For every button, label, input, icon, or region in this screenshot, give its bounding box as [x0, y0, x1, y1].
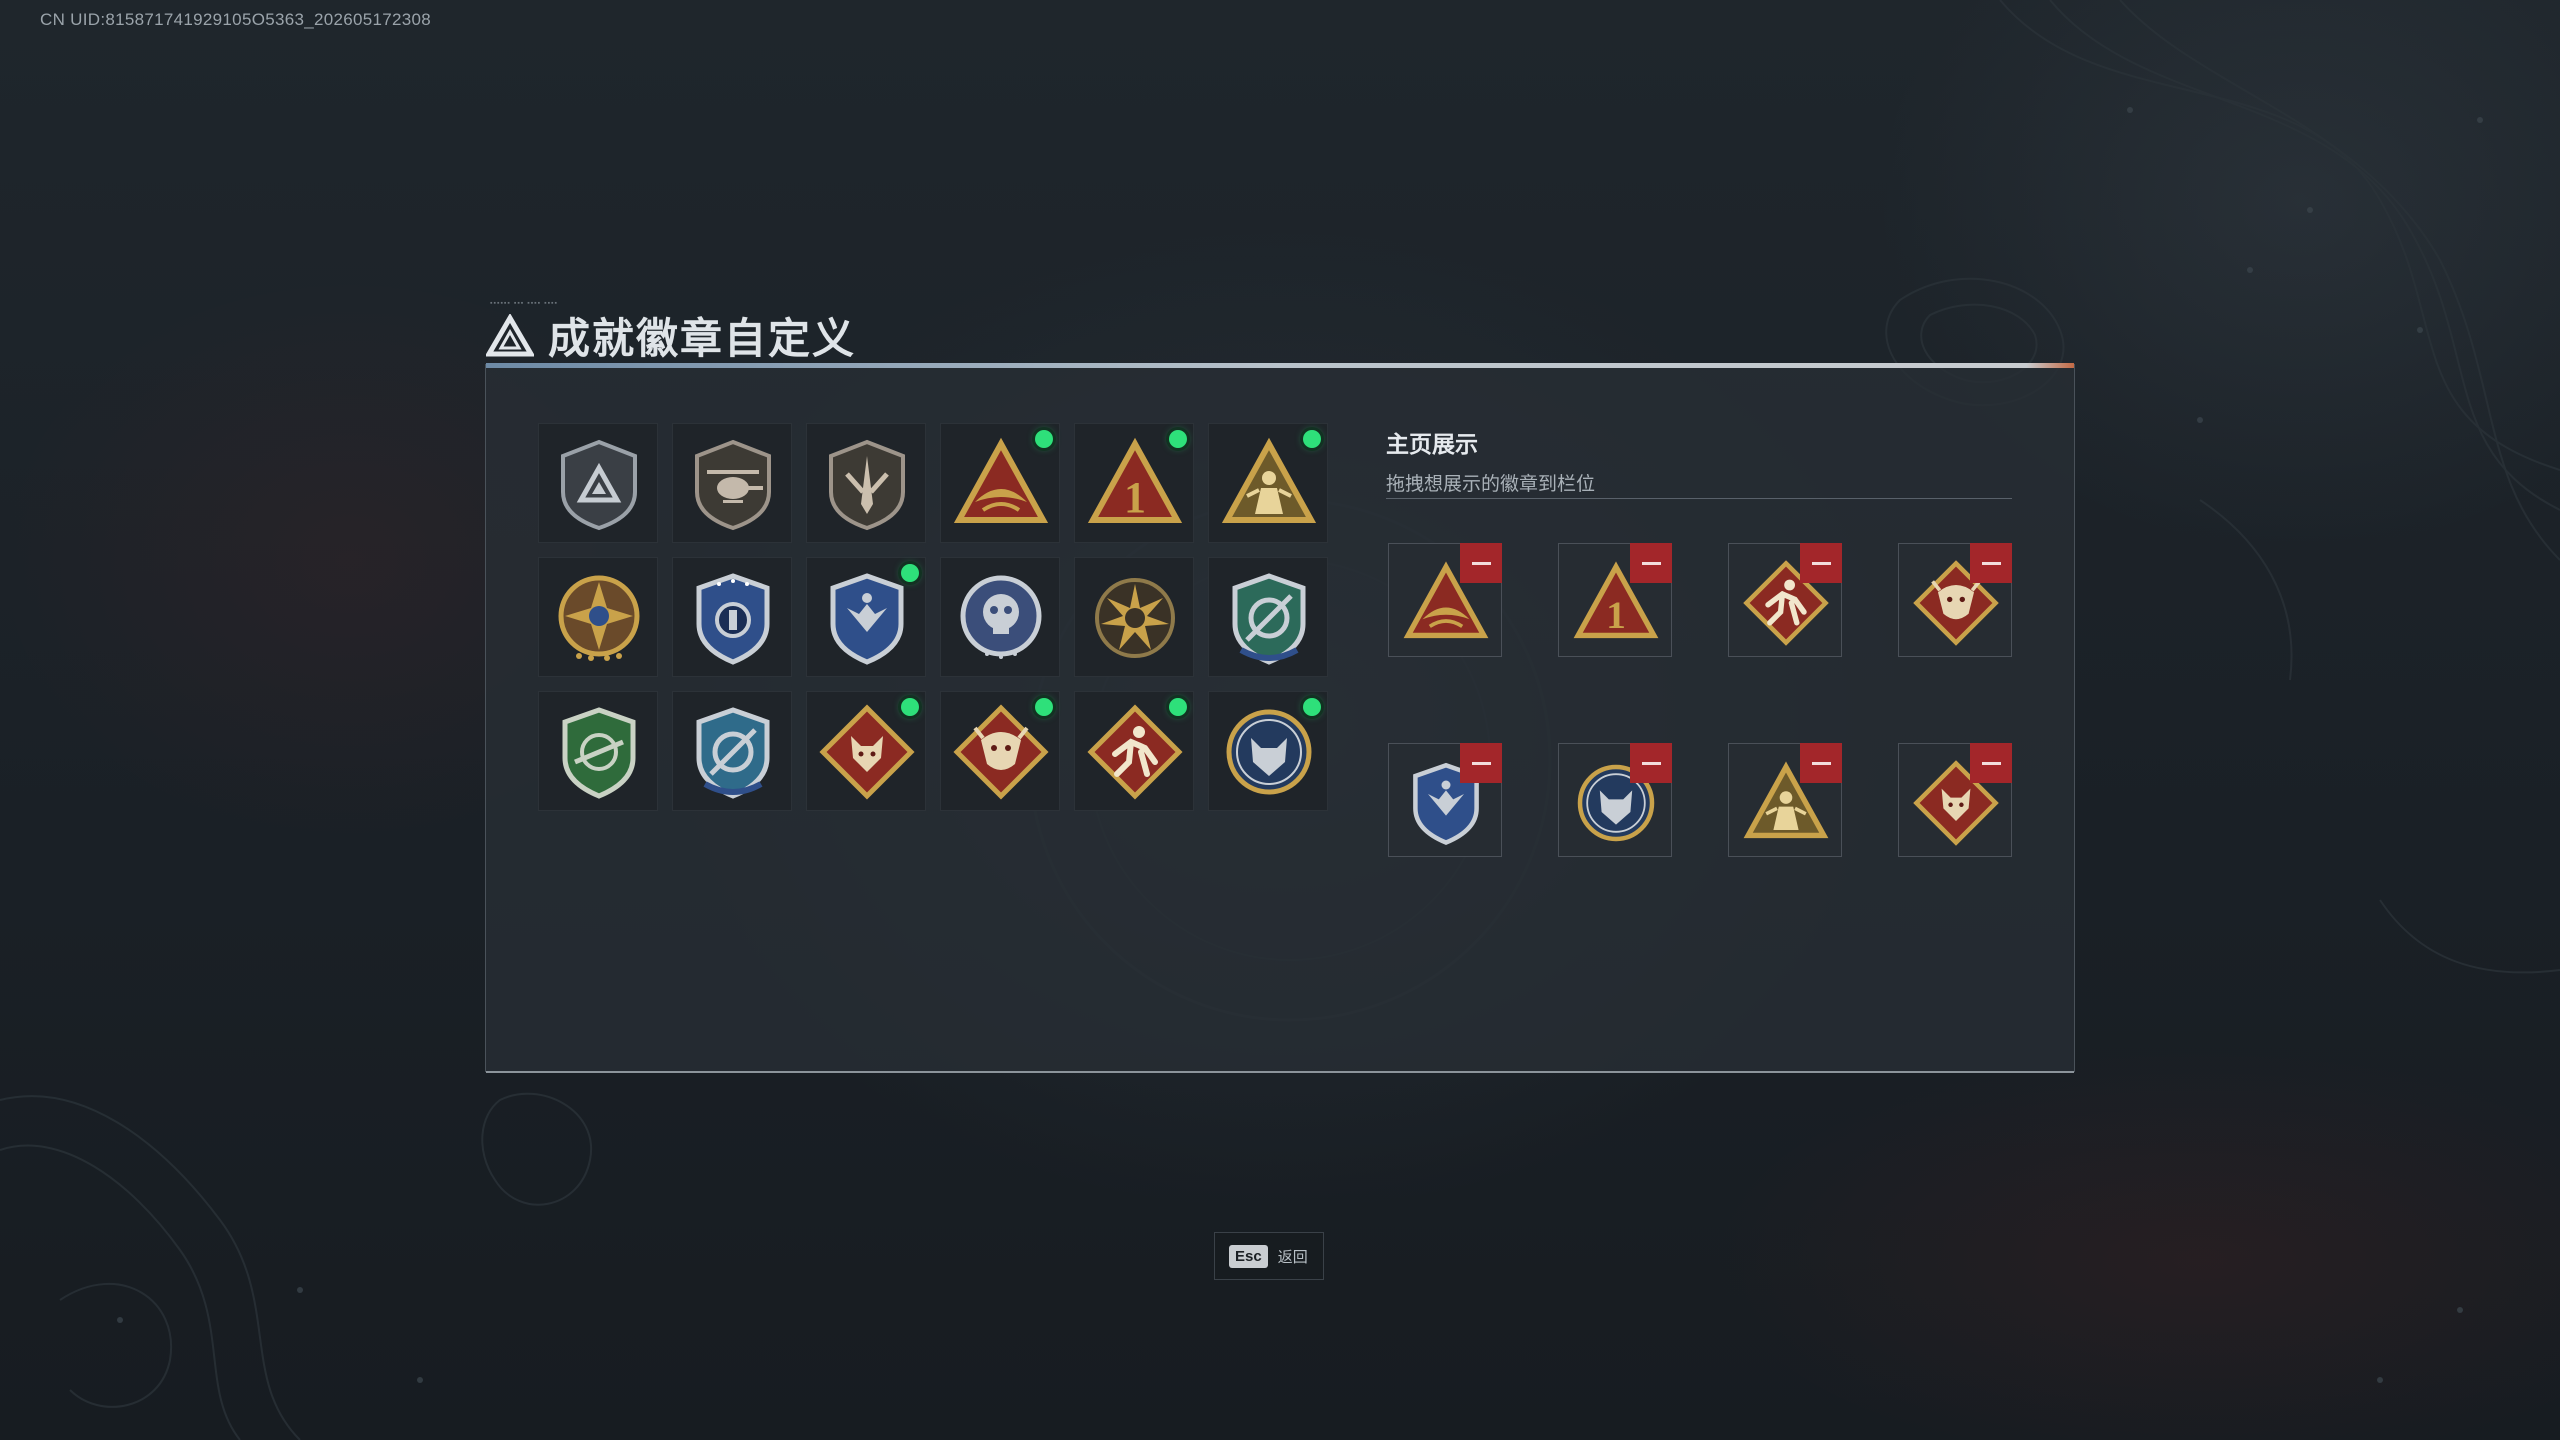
red-runner-diamond-badge: [1087, 704, 1183, 800]
badge-cell[interactable]: [538, 557, 658, 677]
svg-text:1: 1: [1606, 593, 1626, 637]
new-indicator-dot: [1303, 698, 1321, 716]
showcase-slot[interactable]: [1898, 743, 2012, 857]
badge-collection-grid: 1: [538, 423, 1328, 811]
remove-badge-button[interactable]: [1630, 543, 1672, 583]
green-rifle-shield-badge: [562, 707, 636, 799]
badge-cell[interactable]: [1074, 691, 1194, 811]
showcase-slot[interactable]: [1898, 543, 2012, 657]
badge-cell[interactable]: [1208, 691, 1328, 811]
back-label: 返回: [1277, 1248, 1308, 1266]
badge-cell[interactable]: [538, 423, 658, 543]
blue-crosshair-shield-badge: [696, 707, 770, 799]
badge-cell[interactable]: [538, 691, 658, 811]
showcase-slot[interactable]: [1388, 743, 1502, 857]
badge-cell[interactable]: [940, 557, 1060, 677]
remove-badge-button[interactable]: [1460, 543, 1502, 583]
remove-badge-button[interactable]: [1970, 743, 2012, 783]
red-wolf-diamond-badge: [819, 704, 915, 800]
showcase-title: 主页展示: [1386, 431, 1478, 457]
badge-customize-screen: CN UID:815871741929105O5363_202605172308…: [0, 0, 2560, 1440]
page-title: 成就徽章自定义: [548, 315, 857, 362]
showcase-slot[interactable]: [1728, 743, 1842, 857]
showcase-divider: [1386, 498, 2012, 499]
new-indicator-dot: [901, 698, 919, 716]
badge-cell[interactable]: [672, 423, 792, 543]
silver-skull-medal-badge: [960, 575, 1042, 659]
showcase-slot-grid: 1: [1388, 543, 2012, 857]
soldier-triangle-badge: [1221, 437, 1317, 523]
badge-panel: 1 主页展示 拖拽想展示的徽章到栏位 1: [485, 363, 2075, 1073]
new-indicator-dot: [1303, 430, 1321, 448]
player-uid-watermark: CN UID:815871741929105O5363_202605172308: [40, 10, 432, 29]
sword-shield-badge: [829, 439, 905, 531]
showcase-subtitle: 拖拽想展示的徽章到栏位: [1386, 474, 1596, 495]
badge-cell[interactable]: [806, 423, 926, 543]
blue-green-crosshair-badge: [1232, 573, 1306, 665]
badge-cell[interactable]: [806, 691, 926, 811]
badge-cell[interactable]: [672, 557, 792, 677]
blue-shield-emblem-badge: [696, 573, 770, 665]
new-indicator-dot: [1035, 430, 1053, 448]
badge-cell[interactable]: [940, 691, 1060, 811]
page-header: 成就徽章自定义: [486, 305, 856, 366]
helicopter-shield-badge: [695, 439, 771, 531]
badge-cell[interactable]: [806, 557, 926, 677]
remove-badge-button[interactable]: [1970, 543, 2012, 583]
new-indicator-dot: [901, 564, 919, 582]
remove-badge-button[interactable]: [1460, 743, 1502, 783]
showcase-slot[interactable]: [1728, 543, 1842, 657]
blue-eagle-shield-badge: [830, 573, 904, 665]
gold-wave-triangle-badge: [953, 437, 1049, 523]
blue-wolf-medal-badge: [1226, 709, 1312, 795]
new-indicator-dot: [1035, 698, 1053, 716]
showcase-slot[interactable]: [1388, 543, 1502, 657]
red-dragon-diamond-badge: [953, 704, 1049, 800]
badge-cell[interactable]: [940, 423, 1060, 543]
showcase-slot[interactable]: [1558, 743, 1672, 857]
gold-sun-medal-badge: [1095, 578, 1175, 658]
badge-cell[interactable]: 1: [1074, 423, 1194, 543]
number-one-triangle-badge: 1: [1087, 437, 1183, 523]
remove-badge-button[interactable]: [1800, 743, 1842, 783]
panel-bottom-line: [486, 1071, 2074, 1073]
badge-cell[interactable]: [1208, 423, 1328, 543]
remove-badge-button[interactable]: [1800, 543, 1842, 583]
badge-cell[interactable]: [1074, 557, 1194, 677]
esc-key-label: Esc: [1229, 1244, 1268, 1268]
back-button[interactable]: Esc 返回: [1214, 1232, 1324, 1280]
showcase-slot[interactable]: 1: [1558, 543, 1672, 657]
compass-star-medal-badge: [558, 575, 640, 661]
triangle-shield-badge: [561, 439, 637, 531]
panel-top-bar: [486, 363, 2074, 368]
showcase-header: 主页展示 拖拽想展示的徽章到栏位: [1386, 425, 2012, 496]
svg-text:1: 1: [1124, 473, 1146, 522]
badge-cell[interactable]: [1208, 557, 1328, 677]
badge-cell[interactable]: [672, 691, 792, 811]
remove-badge-button[interactable]: [1630, 743, 1672, 783]
new-indicator-dot: [1169, 430, 1187, 448]
triangle-logo-icon: [486, 313, 534, 356]
new-indicator-dot: [1169, 698, 1187, 716]
